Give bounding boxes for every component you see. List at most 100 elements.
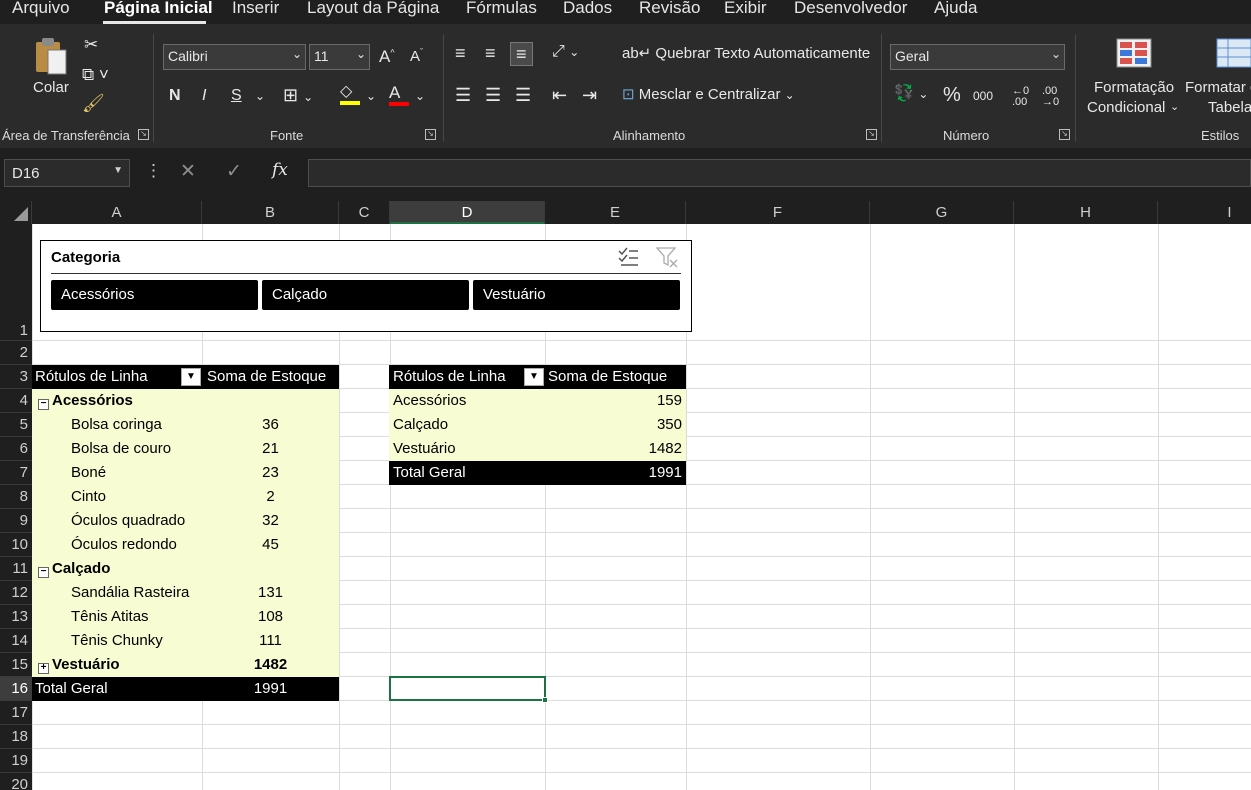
number-format-select[interactable]: Geral ⌄ [890, 44, 1065, 70]
pivot1-item-value[interactable]: 36 [202, 413, 339, 437]
row-header[interactable]: 8 [0, 485, 32, 509]
pivot2-total-label[interactable]: Total Geral [389, 461, 545, 485]
align-right-icon[interactable]: ☰ [515, 86, 531, 104]
row-header[interactable]: 16 [0, 677, 32, 701]
orientation-icon[interactable]: ⤢ ⌄ [552, 44, 579, 60]
menu-dados[interactable]: Dados [563, 0, 612, 18]
multi-select-icon[interactable] [617, 247, 639, 267]
pivot2-row-value[interactable]: 350 [545, 413, 686, 437]
font-launcher-icon[interactable]: ↘ [425, 129, 436, 140]
underline-button[interactable]: S [231, 88, 242, 104]
thousands-button[interactable]: 000 [973, 90, 993, 102]
copy-icon[interactable]: ⧉ ˅ [82, 66, 109, 83]
pivot2-row-label[interactable]: Acessórios [389, 389, 545, 413]
conditional-formatting-icon[interactable] [1116, 38, 1152, 68]
select-all-button[interactable] [0, 201, 32, 224]
name-box[interactable]: D16 ▼ [4, 159, 130, 187]
cut-icon[interactable]: ✂ [84, 36, 98, 53]
pivot1-item-label[interactable]: Cinto [32, 485, 202, 509]
pivot1-item-value[interactable]: 45 [202, 533, 339, 557]
row-header[interactable]: 6 [0, 437, 32, 461]
more-options-icon[interactable]: ⋮ [145, 162, 162, 179]
pivot1-header-label[interactable]: Rótulos de Linha [32, 365, 202, 389]
clipboard-launcher-icon[interactable]: ↘ [138, 129, 149, 140]
pivot2-filter-dropdown-icon[interactable]: ▼ [524, 368, 544, 386]
pivot1-item-label[interactable]: Óculos quadrado [32, 509, 202, 533]
menu-layout[interactable]: Layout da Página [307, 0, 439, 18]
category-slicer[interactable]: Categoria Acessórios Calçado Vestuário [40, 240, 692, 332]
collapse-icon[interactable]: − [38, 567, 49, 578]
row-header[interactable]: 10 [0, 533, 32, 557]
column-header-b[interactable]: B [202, 201, 339, 224]
decrease-indent-icon[interactable]: ⇤ [552, 86, 567, 104]
enter-icon[interactable]: ✓ [226, 162, 242, 181]
font-size-select[interactable]: 11 ⌄ [309, 44, 370, 70]
pivot2-total-value[interactable]: 1991 [545, 461, 686, 485]
row-header[interactable]: 15 [0, 653, 32, 677]
wrap-text-button[interactable]: ab↵ Quebrar Texto Automaticamente [622, 46, 870, 61]
pivot2-row-value[interactable]: 159 [545, 389, 686, 413]
pivot1-group-label[interactable]: + Vestuário [32, 653, 202, 677]
decrease-decimal-icon[interactable]: .00 →0 [1042, 86, 1059, 108]
insert-function-button[interactable]: fx [272, 162, 288, 179]
font-name-select[interactable]: Calibri ⌄ [163, 44, 306, 70]
format-as-table-label-1[interactable]: Formatar c [1185, 80, 1251, 95]
menu-formulas[interactable]: Fórmulas [466, 0, 537, 18]
row-header[interactable]: 14 [0, 629, 32, 653]
number-launcher-icon[interactable]: ↘ [1059, 129, 1070, 140]
chevron-down-icon[interactable]: ⌄ [1170, 102, 1179, 113]
column-header-c[interactable]: C [339, 201, 390, 224]
pivot1-group-label[interactable]: − Calçado [32, 557, 202, 581]
row-header[interactable]: 20 [0, 773, 32, 790]
format-painter-icon[interactable]: 🖌 [82, 94, 105, 112]
column-header-i[interactable]: I [1158, 201, 1251, 224]
column-header-g[interactable]: G [870, 201, 1014, 224]
pivot1-item-value[interactable]: 32 [202, 509, 339, 533]
alignment-launcher-icon[interactable]: ↘ [866, 129, 877, 140]
pivot1-item-label[interactable]: Bolsa de couro [32, 437, 202, 461]
slicer-item-vestuario[interactable]: Vestuário [473, 280, 680, 310]
pivot2-header-label[interactable]: Rótulos de Linha [389, 365, 545, 389]
format-as-table-icon[interactable] [1216, 38, 1251, 68]
bold-button[interactable]: N [169, 88, 181, 104]
row-header[interactable]: 18 [0, 725, 32, 749]
pivot1-group-value[interactable] [202, 389, 339, 413]
pivot1-item-label[interactable]: Boné [32, 461, 202, 485]
fill-handle[interactable] [542, 697, 548, 703]
expand-icon[interactable]: + [38, 663, 49, 674]
row-header[interactable]: 1 [0, 224, 32, 341]
row-header[interactable]: 17 [0, 701, 32, 725]
cancel-icon[interactable]: ✕ [180, 162, 196, 181]
conditional-formatting-label-1[interactable]: Formatação [1094, 80, 1174, 95]
pivot2-header-value[interactable]: Soma de Estoque [545, 365, 686, 389]
pivot1-item-value[interactable]: 131 [202, 581, 339, 605]
pivot1-item-value[interactable]: 21 [202, 437, 339, 461]
column-header-e[interactable]: E [545, 201, 686, 224]
column-header-d[interactable]: D [390, 201, 545, 224]
selected-cell-d16[interactable] [389, 676, 548, 703]
pivot1-item-value[interactable]: 111 [202, 629, 339, 653]
pivot1-filter-dropdown-icon[interactable]: ▼ [181, 368, 201, 386]
currency-icon[interactable]: 💱 ⌄ [894, 86, 928, 102]
pivot2-row-label[interactable]: Calçado [389, 413, 545, 437]
pivot1-total-value[interactable]: 1991 [202, 677, 339, 701]
pivot1-group-label[interactable]: − Acessórios [32, 389, 202, 413]
collapse-icon[interactable]: − [38, 399, 49, 410]
row-header[interactable]: 4 [0, 389, 32, 413]
pivot1-item-label[interactable]: Bolsa coringa [32, 413, 202, 437]
pivot1-item-value[interactable]: 108 [202, 605, 339, 629]
menu-exibir[interactable]: Exibir [724, 0, 767, 18]
row-header[interactable]: 11 [0, 557, 32, 581]
paste-icon[interactable] [34, 36, 70, 76]
row-header[interactable]: 3 [0, 365, 32, 389]
row-header[interactable]: 12 [0, 581, 32, 605]
pivot1-item-label[interactable]: Tênis Chunky [32, 629, 202, 653]
column-header-h[interactable]: H [1014, 201, 1158, 224]
pivot1-header-value[interactable]: Soma de Estoque [202, 365, 339, 389]
pivot1-item-value[interactable]: 23 [202, 461, 339, 485]
grow-font-icon[interactable]: A^ [379, 48, 395, 65]
align-left-icon[interactable]: ☰ [455, 86, 471, 104]
row-header[interactable]: 13 [0, 605, 32, 629]
align-center-icon[interactable]: ☰ [485, 86, 501, 104]
chevron-down-icon[interactable]: ⌄ [255, 90, 265, 102]
